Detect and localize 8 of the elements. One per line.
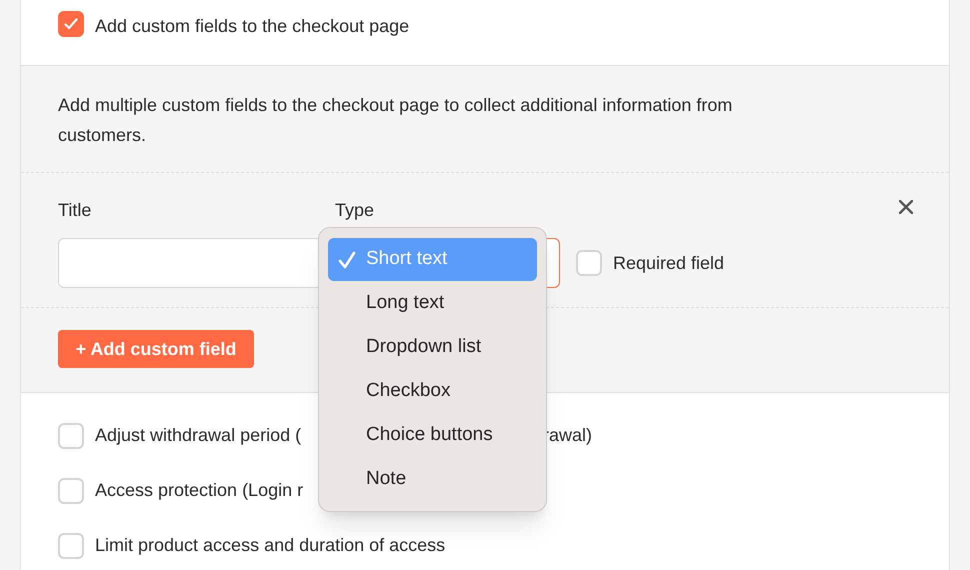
field-label: Type [335, 199, 374, 222]
option-label: Adjust withdrawal period ( [95, 424, 302, 447]
option-label: Access protection (Login r [95, 479, 304, 502]
option-label: Add custom fields to the checkout page [95, 15, 410, 38]
checkbox-label: Required field [613, 252, 724, 275]
field-label: Title [58, 199, 92, 222]
option-label: Limit product access and duration of access [95, 534, 446, 557]
description-text: Add multiple custom fields to the checkout page to collect additional information from customers. [58, 94, 734, 147]
